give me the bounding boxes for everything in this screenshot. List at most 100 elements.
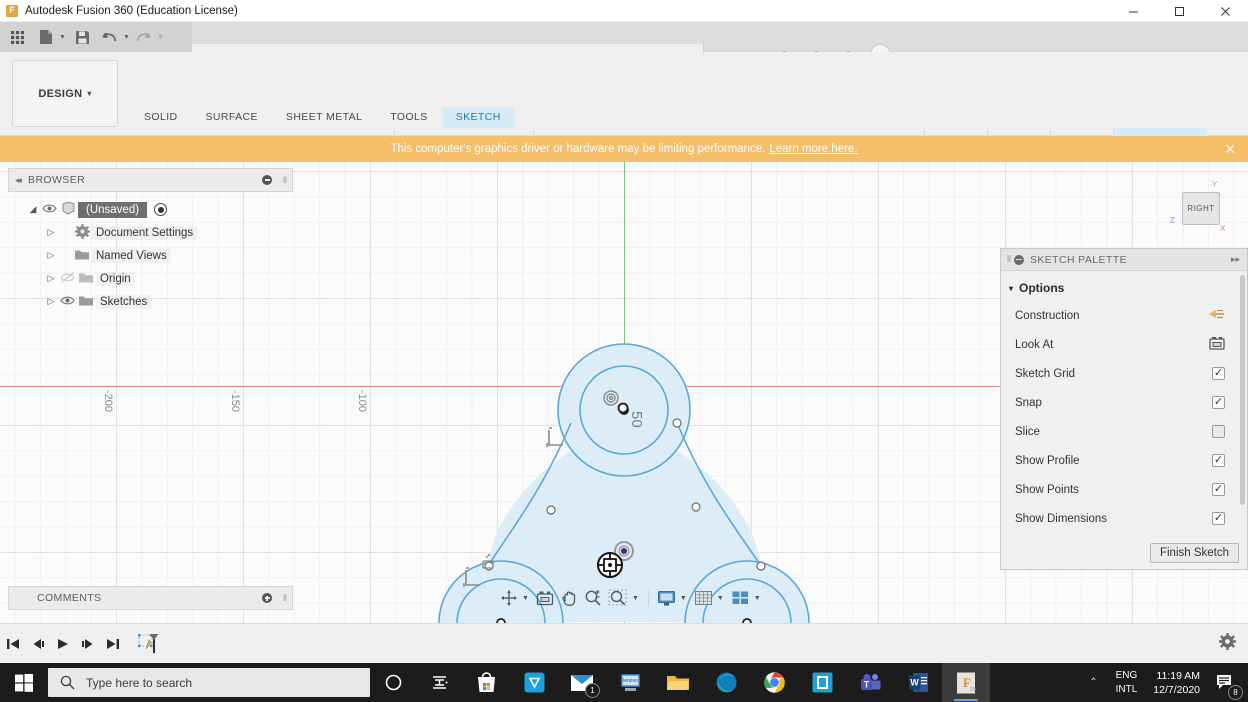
show-profile-checkbox[interactable]: ✓ xyxy=(1212,454,1225,467)
palette-row-slice[interactable]: Slice xyxy=(1001,417,1247,446)
show-dimensions-checkbox[interactable]: ✓ xyxy=(1212,512,1225,525)
show-data-panel-icon[interactable] xyxy=(0,22,34,52)
microsoft-edge-icon[interactable] xyxy=(702,663,750,702)
snap-checkbox[interactable]: ✓ xyxy=(1212,396,1225,409)
undo-icon[interactable] xyxy=(98,22,122,52)
step-forward-button[interactable] xyxy=(75,624,100,664)
palette-row-show-points[interactable]: Show Points ✓ xyxy=(1001,475,1247,504)
tab-sketch[interactable]: SKETCH xyxy=(441,107,515,128)
mail-icon[interactable]: 1 xyxy=(558,663,606,702)
browser-minimize-icon[interactable] xyxy=(262,175,272,185)
microsoft-store-icon[interactable] xyxy=(462,663,510,702)
browser-expand-triangle-icon[interactable]: ▷ xyxy=(44,273,58,284)
play-button[interactable] xyxy=(50,624,75,664)
browser-pin-icon[interactable]: ⦀ xyxy=(283,175,287,186)
browser-expand-triangle-icon[interactable]: ▷ xyxy=(44,296,58,307)
cortana-icon[interactable] xyxy=(416,663,462,702)
pan-icon[interactable] xyxy=(557,589,581,607)
lenovo-vantage-icon[interactable]: lenovo xyxy=(606,663,654,702)
activate-component-radio[interactable] xyxy=(154,203,168,216)
zoom-icon[interactable] xyxy=(581,589,605,607)
sticky-notes-icon[interactable] xyxy=(798,663,846,702)
go-to-end-button[interactable] xyxy=(100,624,125,664)
clock[interactable]: 11:19 AM 12/7/2020 xyxy=(1145,669,1208,697)
construction-icon[interactable] xyxy=(1208,307,1225,324)
tab-sheet-metal[interactable]: SHEET METAL xyxy=(272,107,376,128)
file-explorer-icon[interactable] xyxy=(654,663,702,702)
palette-row-show-profile[interactable]: Show Profile ✓ xyxy=(1001,446,1247,475)
visibility-eye-icon[interactable] xyxy=(58,295,76,309)
timeline-sketch-feature[interactable] xyxy=(133,624,167,664)
orbit-caret-icon[interactable]: ▼ xyxy=(522,595,529,602)
warning-learn-more-link[interactable]: Learn more here. xyxy=(769,143,857,155)
view-cube[interactable]: RIGHT Y Z X xyxy=(1166,180,1230,240)
look-at-icon-nav[interactable] xyxy=(533,590,557,606)
tab-tools[interactable]: TOOLS xyxy=(376,107,441,128)
visibility-eye-off-icon[interactable] xyxy=(58,271,76,286)
browser-collapse-icon[interactable]: ◂◂ xyxy=(15,175,22,186)
maximize-button[interactable] xyxy=(1156,0,1202,22)
comments-panel-header[interactable]: COMMENTS ⦀ xyxy=(8,586,293,610)
browser-expand-triangle-icon[interactable]: ◢ xyxy=(26,204,40,215)
finish-sketch-button[interactable]: Finish Sketch xyxy=(1149,543,1239,563)
browser-item-origin[interactable]: ▷ Origin xyxy=(8,267,293,290)
palette-minimize-icon[interactable] xyxy=(1013,254,1024,265)
palette-grip-icon[interactable]: ⦀ xyxy=(1007,254,1011,265)
google-chrome-icon[interactable] xyxy=(750,663,798,702)
palette-row-construction[interactable]: Construction xyxy=(1001,301,1247,330)
zoom-window-caret-icon[interactable]: ▼ xyxy=(632,595,639,602)
palette-row-show-constraints[interactable]: Show Constraints ✓ xyxy=(1001,533,1247,537)
slice-checkbox[interactable] xyxy=(1212,425,1225,438)
file-caret-icon[interactable]: ▼ xyxy=(59,34,66,41)
redo-caret-icon[interactable]: ▼ xyxy=(157,34,164,41)
sketch-grid-checkbox[interactable]: ✓ xyxy=(1212,367,1225,380)
view-cube-face-right[interactable]: RIGHT xyxy=(1182,192,1220,225)
palette-row-show-dimensions[interactable]: Show Dimensions ✓ xyxy=(1001,504,1247,533)
microsoft-word-icon[interactable]: W xyxy=(894,663,942,702)
palette-row-look-at[interactable]: Look At xyxy=(1001,330,1247,359)
viewports-icon[interactable] xyxy=(728,590,753,607)
comments-pin-icon[interactable]: ⦀ xyxy=(283,593,287,604)
warning-close-icon[interactable]: ✕ xyxy=(1224,141,1236,158)
step-back-button[interactable] xyxy=(25,624,50,664)
start-button[interactable] xyxy=(0,663,48,702)
look-at-icon[interactable] xyxy=(1209,336,1225,353)
show-desktop-button[interactable] xyxy=(1242,663,1248,702)
palette-expand-icon[interactable]: ▸▸ xyxy=(1231,254,1240,265)
comments-expand-icon[interactable] xyxy=(262,593,272,603)
tab-surface[interactable]: SURFACE xyxy=(192,107,272,128)
close-button[interactable] xyxy=(1202,0,1248,22)
taskbar-search-input[interactable]: Type here to search xyxy=(48,668,370,697)
undo-caret-icon[interactable]: ▼ xyxy=(123,34,130,41)
browser-item-document-settings[interactable]: ▷ Document Settings xyxy=(8,221,293,244)
display-settings-icon[interactable] xyxy=(654,590,679,607)
file-icon[interactable] xyxy=(34,22,58,52)
taskview-icon[interactable] xyxy=(370,663,416,702)
show-points-checkbox[interactable]: ✓ xyxy=(1212,483,1225,496)
minimize-button[interactable] xyxy=(1110,0,1156,22)
visibility-eye-icon[interactable] xyxy=(40,203,58,217)
grid-snaps-icon[interactable] xyxy=(691,590,716,607)
redo-icon[interactable] xyxy=(132,22,156,52)
fusion-360-icon[interactable]: F 360 xyxy=(942,663,990,702)
browser-expand-triangle-icon[interactable]: ▷ xyxy=(44,250,58,261)
display-settings-caret-icon[interactable]: ▼ xyxy=(680,595,687,602)
onedrive-app-icon[interactable] xyxy=(510,663,558,702)
grid-snaps-caret-icon[interactable]: ▼ xyxy=(717,595,724,602)
tray-expand-chevron-icon[interactable]: ⌃ xyxy=(1079,677,1107,688)
timeline-settings-icon[interactable] xyxy=(1219,633,1236,654)
browser-item-unsaved[interactable]: ◢ (Unsaved) xyxy=(8,198,293,221)
go-to-beginning-button[interactable] xyxy=(0,624,25,664)
orbit-icon[interactable] xyxy=(497,589,521,607)
browser-expand-triangle-icon[interactable]: ▷ xyxy=(44,227,58,238)
palette-section-options[interactable]: ▾ Options xyxy=(1001,277,1247,301)
palette-row-sketch-grid[interactable]: Sketch Grid ✓ xyxy=(1001,359,1247,388)
browser-item-named-views[interactable]: ▷ Named Views xyxy=(8,244,293,267)
workspace-selector-design[interactable]: DESIGN ▾ xyxy=(12,60,118,127)
save-icon[interactable] xyxy=(68,22,98,52)
viewports-caret-icon[interactable]: ▼ xyxy=(754,595,761,602)
zoom-window-icon[interactable] xyxy=(605,589,631,607)
palette-scrollbar[interactable] xyxy=(1240,275,1245,505)
tab-solid[interactable]: SOLID xyxy=(130,107,192,128)
notification-center-icon[interactable]: 8 xyxy=(1208,663,1243,702)
